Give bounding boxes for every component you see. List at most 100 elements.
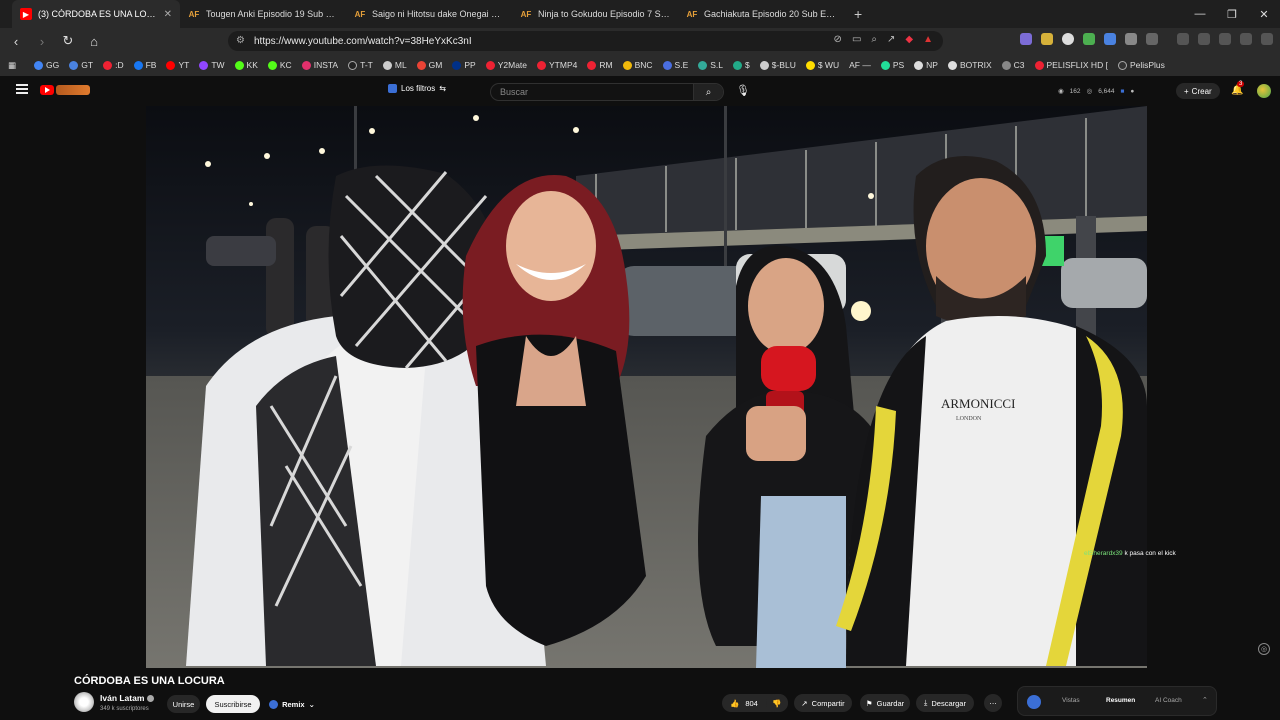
dislike-button[interactable]: 👎 [766, 694, 788, 712]
bookmark-item[interactable]: YT [166, 60, 189, 70]
wallet-icon[interactable] [1219, 33, 1231, 45]
tab-vistas[interactable]: Vistas [1062, 697, 1080, 704]
close-icon[interactable]: ✕ [164, 9, 172, 20]
bookmark-item[interactable]: GG [34, 60, 59, 70]
bookmark-item[interactable]: BOTRIX [947, 60, 992, 70]
apps-icon[interactable]: ▦ [8, 60, 16, 71]
home-button[interactable]: ⌂ [84, 31, 104, 51]
close-window-button[interactable]: ✕ [1248, 0, 1280, 28]
thumbs-down-icon: 👎 [772, 698, 782, 708]
bookmark-item[interactable]: INSTA [301, 60, 338, 70]
tab-anime[interactable]: AF Gachiakuta Episodio 20 Sub Español [678, 0, 844, 28]
bookmark-item[interactable]: $ [733, 60, 750, 70]
bookmark-item[interactable]: NP [914, 60, 938, 70]
search-icon[interactable]: ⌕ [693, 84, 723, 100]
reload-button[interactable]: ↻ [58, 31, 78, 51]
bookmark-item[interactable]: KC [267, 60, 292, 70]
extension-icon[interactable]: ● [1130, 88, 1134, 95]
youtube-logo-doodle[interactable] [56, 85, 90, 95]
extension-icon[interactable] [1146, 33, 1158, 45]
bookmark-item[interactable]: T-T [348, 60, 373, 70]
more-options-button[interactable]: ⋯ [984, 694, 1002, 712]
bookmark-item[interactable]: PS [880, 60, 904, 70]
sidebar-icon[interactable] [1198, 33, 1210, 45]
animeflv-icon: AF [188, 9, 200, 19]
bookmark-item[interactable]: KK [234, 60, 258, 70]
extensions-bar [1020, 33, 1280, 45]
screen-icon[interactable]: ▭ [852, 34, 861, 45]
tab-youtube[interactable]: ▶ (3) CÓRDOBA ES UNA LOCURA ✕ [12, 0, 180, 28]
chevron-up-icon[interactable]: ⌃ [1202, 696, 1208, 704]
tab-ai-coach[interactable]: AI Coach [1155, 697, 1182, 704]
avatar[interactable] [74, 692, 94, 712]
extension-icon[interactable] [1041, 33, 1053, 45]
minimize-button[interactable]: — [1184, 0, 1216, 28]
bookmark-label: BOTRIX [959, 60, 992, 70]
bookmark-item[interactable]: :D [103, 60, 124, 70]
filters-button[interactable]: Los filtros ⇆ [388, 84, 446, 93]
share-icon[interactable]: ↗ [887, 34, 895, 45]
bookmark-item[interactable]: GT [69, 60, 93, 70]
search-input[interactable]: Buscar [500, 87, 528, 97]
bookmark-item[interactable]: S.E [662, 60, 688, 70]
bookmark-item[interactable]: ML [382, 60, 407, 70]
extension-icon[interactable] [1062, 33, 1074, 45]
restore-button[interactable]: ❐ [1216, 0, 1248, 28]
search-box[interactable]: Buscar ⌕ [490, 83, 724, 101]
avatar[interactable] [1257, 84, 1271, 98]
eye-off-icon[interactable]: ⊘ [834, 34, 842, 45]
tab-anime[interactable]: AF Saigo ni Hitotsu dake Onegai shitem [346, 0, 512, 28]
bookmark-item[interactable]: FB [133, 60, 156, 70]
bookmark-item[interactable]: Y2Mate [485, 60, 527, 70]
channel-name[interactable]: Iván Latam [100, 693, 155, 703]
bookmark-item[interactable]: $-BLU [759, 60, 796, 70]
remix-icon [269, 699, 279, 709]
microphone-icon[interactable]: 🎙 [736, 84, 750, 97]
bookmark-item[interactable]: S.L [698, 60, 723, 70]
puzzle-icon[interactable] [1125, 33, 1137, 45]
extension-icon[interactable] [1020, 33, 1032, 45]
zoom-icon[interactable]: ⌕ [871, 34, 877, 45]
url-bar[interactable]: ⚙ https://www.youtube.com/watch?v=38HeYx… [228, 31, 943, 51]
tab-anime[interactable]: AF Tougen Anki Episodio 19 Sub Españo [180, 0, 346, 28]
share-button[interactable]: ↗ Compartir [794, 694, 852, 712]
bookmark-item[interactable]: TW [199, 60, 225, 70]
tab-resumen[interactable]: Resumen [1106, 697, 1135, 704]
shield-icon[interactable] [1261, 33, 1273, 45]
bookmark-item[interactable]: GM [416, 60, 442, 70]
bookmark-item[interactable]: RM [587, 60, 613, 70]
shield-icon[interactable]: ◆ [905, 34, 913, 45]
favorites-icon[interactable] [1240, 33, 1252, 45]
browser-tab-bar: ▶ (3) CÓRDOBA ES UNA LOCURA ✕ AF Tougen … [0, 0, 1280, 28]
bookmark-item[interactable]: PP [452, 60, 476, 70]
extension-icon[interactable]: ■ [1120, 88, 1124, 95]
music-icon[interactable] [1177, 33, 1189, 45]
extension-icon[interactable] [1083, 33, 1095, 45]
download-button[interactable]: ⤓ Descargar [916, 694, 974, 712]
menu-icon[interactable] [16, 84, 28, 94]
create-button[interactable]: + Crear [1176, 83, 1220, 99]
notifications-button[interactable]: 🔔 3 [1231, 81, 1245, 96]
triangle-icon[interactable]: ▲ [923, 34, 933, 45]
save-button[interactable]: ⚑ Guardar [860, 694, 910, 712]
join-button[interactable]: Unirse [167, 695, 200, 713]
back-button[interactable]: ‹ [6, 31, 26, 51]
bookmark-item[interactable]: PelisPlus [1117, 60, 1165, 70]
new-tab-button[interactable]: + [844, 6, 872, 22]
video-player[interactable]: ARMONICCI LONDON [146, 106, 1147, 668]
bookmark-item[interactable]: BNC [622, 60, 653, 70]
bookmark-item[interactable]: $ WU [805, 60, 839, 70]
youtube-logo[interactable] [40, 85, 54, 95]
bookmark-item[interactable]: YTMP4 [537, 60, 577, 70]
forward-button[interactable]: › [32, 31, 52, 51]
translate-icon[interactable] [1104, 33, 1116, 45]
subscribe-button[interactable]: Suscribirse [206, 695, 260, 713]
eye-icon: ◉ [1058, 88, 1064, 95]
tab-anime[interactable]: AF Ninja to Gokudou Episodio 7 Sub Esp [512, 0, 678, 28]
bookmark-item[interactable]: AF — [849, 60, 871, 70]
site-info-icon[interactable]: ⚙ [236, 35, 245, 46]
bookmark-item[interactable]: PELISFLIX HD [ [1034, 60, 1108, 70]
bookmark-item[interactable]: C3 [1001, 60, 1025, 70]
remix-button[interactable]: Remix ⌄ [264, 695, 320, 713]
settings-icon[interactable]: ◎ [1258, 643, 1270, 655]
